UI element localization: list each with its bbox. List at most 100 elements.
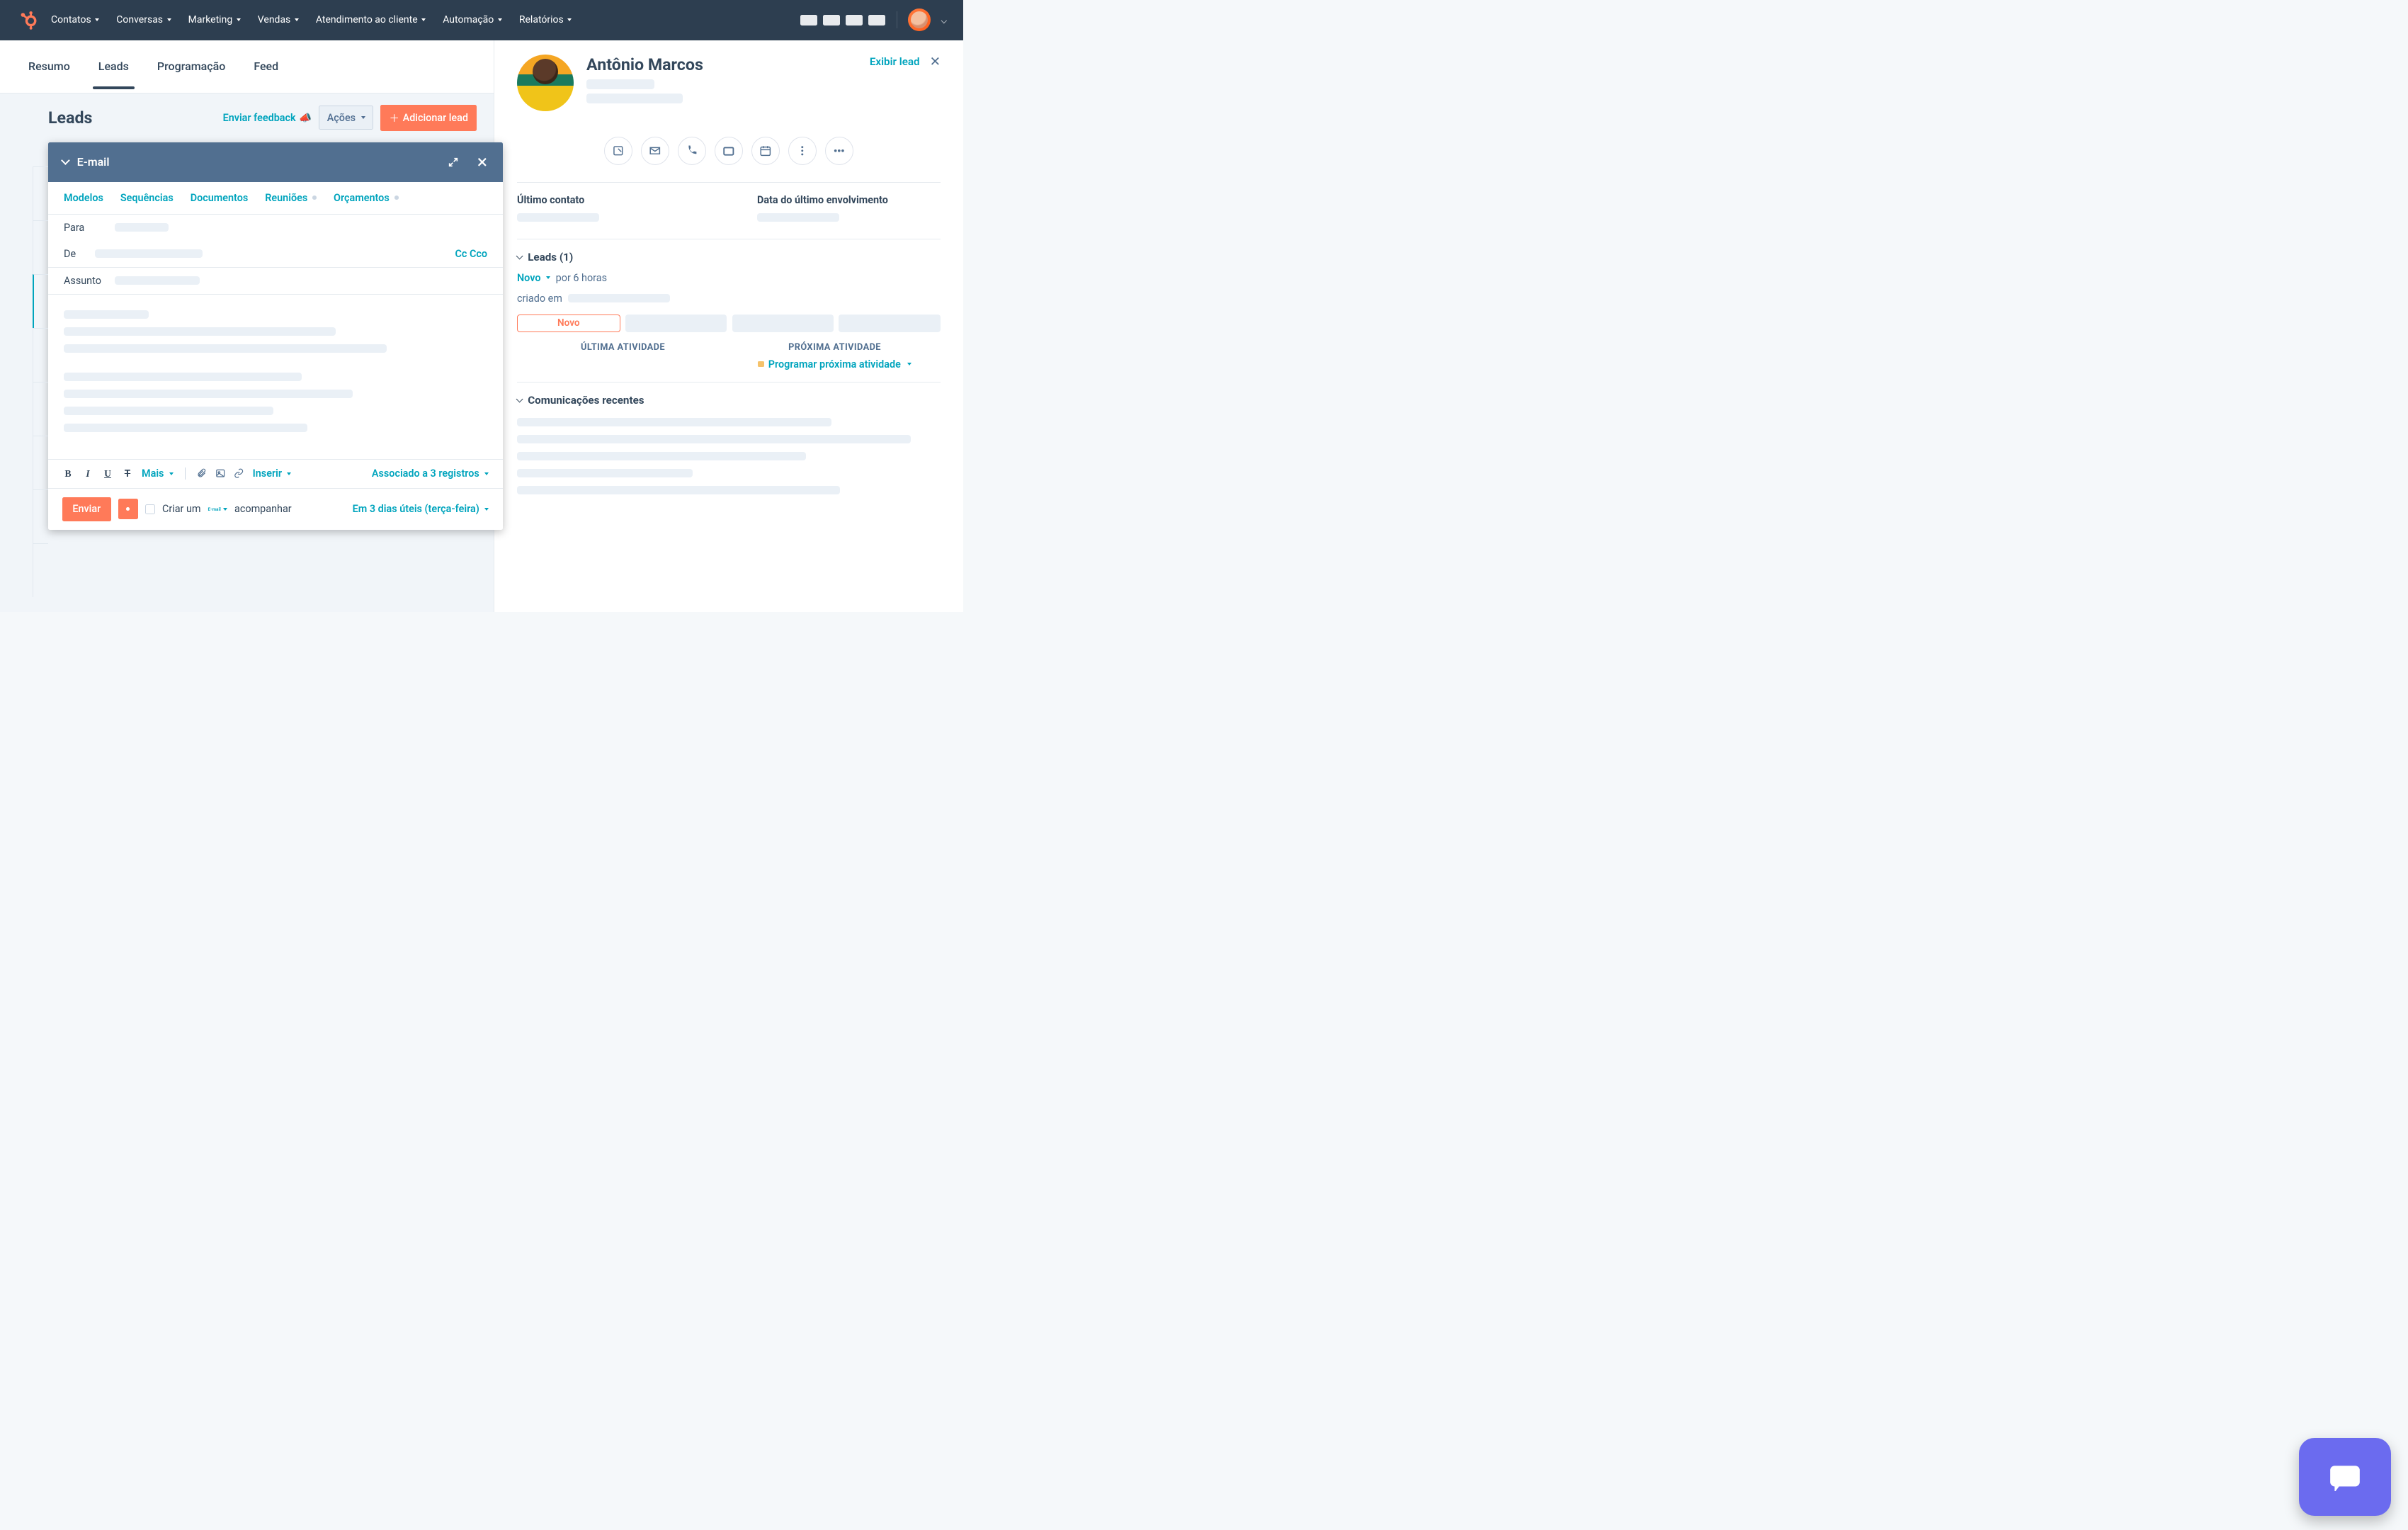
- placeholder-pill: [823, 15, 840, 25]
- user-avatar[interactable]: [908, 8, 931, 31]
- nav-conversas[interactable]: Conversas: [116, 14, 171, 26]
- followup-label: acompanhar: [234, 503, 292, 515]
- status-dot-icon: [758, 361, 764, 368]
- send-feedback-link[interactable]: Enviar feedback 📣: [223, 112, 312, 124]
- cc-link[interactable]: Cc: [455, 248, 467, 260]
- lead-duration: por 6 horas: [556, 272, 607, 284]
- megaphone-icon: 📣: [299, 112, 312, 124]
- collapse-chevron-icon[interactable]: [61, 156, 69, 164]
- email-action-icon[interactable]: [641, 137, 669, 165]
- followup-type-dropdown[interactable]: E-mail: [208, 506, 227, 512]
- link-icon[interactable]: [234, 468, 244, 478]
- hubspot-logo[interactable]: [17, 10, 37, 30]
- last-engagement-value-placeholder: [757, 213, 839, 222]
- compose-title: E-mail: [77, 155, 440, 169]
- more-formatting[interactable]: Mais: [142, 468, 174, 480]
- last-activity-label: ÚLTIMA ATIVIDADE: [517, 342, 729, 353]
- image-icon[interactable]: [215, 468, 225, 478]
- compose-tab-documentos[interactable]: Documentos: [191, 192, 249, 204]
- send-options-button[interactable]: [118, 499, 138, 519]
- compose-tab-modelos[interactable]: Modelos: [64, 192, 103, 204]
- close-icon[interactable]: [476, 156, 489, 169]
- contact-panel: Antônio Marcos Exibir lead ✕: [494, 40, 963, 612]
- close-panel-icon[interactable]: ✕: [930, 55, 941, 69]
- from-field[interactable]: [95, 249, 203, 258]
- contact-subtitle-placeholder: [586, 79, 654, 89]
- tab-feed[interactable]: Feed: [254, 43, 278, 89]
- to-field[interactable]: [115, 223, 169, 232]
- actions-dropdown[interactable]: Ações: [319, 106, 373, 129]
- schedule-dropdown[interactable]: Em 3 dias úteis (terça-feira): [353, 503, 489, 515]
- followup-checkbox[interactable]: [145, 504, 155, 514]
- workspace-tabs: Resumo Leads Programação Feed: [0, 40, 494, 94]
- nav-marketing[interactable]: Marketing: [188, 14, 241, 26]
- stage-pill[interactable]: [839, 314, 941, 332]
- more-action-icon[interactable]: [788, 137, 817, 165]
- nav-vendas[interactable]: Vendas: [258, 14, 299, 26]
- tab-leads[interactable]: Leads: [98, 43, 129, 89]
- meeting-action-icon[interactable]: [751, 137, 780, 165]
- dot-icon: [312, 196, 317, 200]
- clear-format-button[interactable]: T: [122, 468, 133, 480]
- from-label: De: [64, 248, 86, 260]
- placeholder-pill: [846, 15, 863, 25]
- view-lead-link[interactable]: Exibir lead: [870, 55, 920, 68]
- stage-pill-novo[interactable]: Novo: [517, 314, 620, 332]
- compose-tab-orcamentos[interactable]: Orçamentos: [334, 192, 398, 204]
- note-action-icon[interactable]: [604, 137, 632, 165]
- chevron-down-icon: [516, 395, 523, 402]
- nav-relatorios[interactable]: Relatórios: [519, 14, 572, 26]
- last-contact-value-placeholder: [517, 213, 599, 222]
- page-title: Leads: [48, 108, 92, 128]
- email-compose-panel: E-mail Modelos Sequências Documentos Reu…: [48, 142, 503, 531]
- bold-button[interactable]: B: [62, 468, 74, 480]
- placeholder-pill: [800, 15, 817, 25]
- created-on-value-placeholder: [568, 294, 670, 302]
- call-action-icon[interactable]: [678, 137, 706, 165]
- bcc-link[interactable]: Cco: [470, 248, 487, 260]
- stage-pill[interactable]: [732, 314, 834, 332]
- lead-list-edges: [33, 166, 48, 531]
- lead-status-dropdown[interactable]: Novo: [517, 272, 550, 284]
- underline-button[interactable]: U: [102, 468, 113, 480]
- placeholder-pill: [868, 15, 885, 25]
- chat-widget-button[interactable]: [2299, 1438, 2391, 1516]
- chevron-down-icon: [516, 253, 523, 260]
- last-contact-label: Último contato: [517, 194, 700, 206]
- nav-automacao[interactable]: Automação: [443, 14, 502, 26]
- subject-label: Assunto: [64, 275, 106, 287]
- contact-avatar[interactable]: [517, 55, 574, 111]
- create-a-label: Criar um: [162, 503, 201, 515]
- chevron-down-icon[interactable]: [941, 17, 947, 23]
- expand-icon[interactable]: [448, 157, 459, 168]
- separator: [185, 468, 186, 480]
- send-button[interactable]: Enviar: [62, 497, 111, 522]
- email-body[interactable]: [48, 295, 503, 459]
- associated-records[interactable]: Associado a 3 registros: [372, 468, 489, 480]
- task-action-icon[interactable]: [715, 137, 743, 165]
- next-activity-label: PRÓXIMA ATIVIDADE: [729, 342, 941, 353]
- contact-subtitle-placeholder: [586, 94, 683, 103]
- to-label: Para: [64, 222, 106, 234]
- leads-section-header[interactable]: Leads (1): [517, 251, 941, 264]
- italic-button[interactable]: I: [82, 468, 93, 480]
- add-lead-button[interactable]: ＋ Adicionar lead: [380, 105, 477, 131]
- nav-contatos[interactable]: Contatos: [51, 14, 99, 26]
- last-engagement-label: Data do último envolvimento: [757, 194, 941, 206]
- compose-tab-sequencias[interactable]: Sequências: [120, 192, 174, 204]
- recent-comms-header[interactable]: Comunicações recentes: [517, 394, 941, 407]
- overflow-action-icon[interactable]: [825, 137, 853, 165]
- tab-programacao[interactable]: Programação: [157, 43, 225, 89]
- schedule-next-activity[interactable]: Programar próxima atividade: [758, 358, 911, 370]
- created-on-label: criado em: [517, 293, 562, 305]
- nav-atendimento[interactable]: Atendimento ao cliente: [316, 14, 426, 26]
- plus-icon: ＋: [389, 110, 399, 125]
- tab-resumo[interactable]: Resumo: [28, 43, 70, 89]
- subject-field[interactable]: [115, 276, 200, 285]
- compose-tab-reunioes[interactable]: Reuniões: [265, 192, 317, 204]
- stage-pill[interactable]: [625, 314, 727, 332]
- attachment-icon[interactable]: [196, 468, 206, 478]
- dot-icon: [394, 196, 399, 200]
- insert-dropdown[interactable]: Inserir: [253, 468, 292, 480]
- contact-name: Antônio Marcos: [586, 55, 703, 74]
